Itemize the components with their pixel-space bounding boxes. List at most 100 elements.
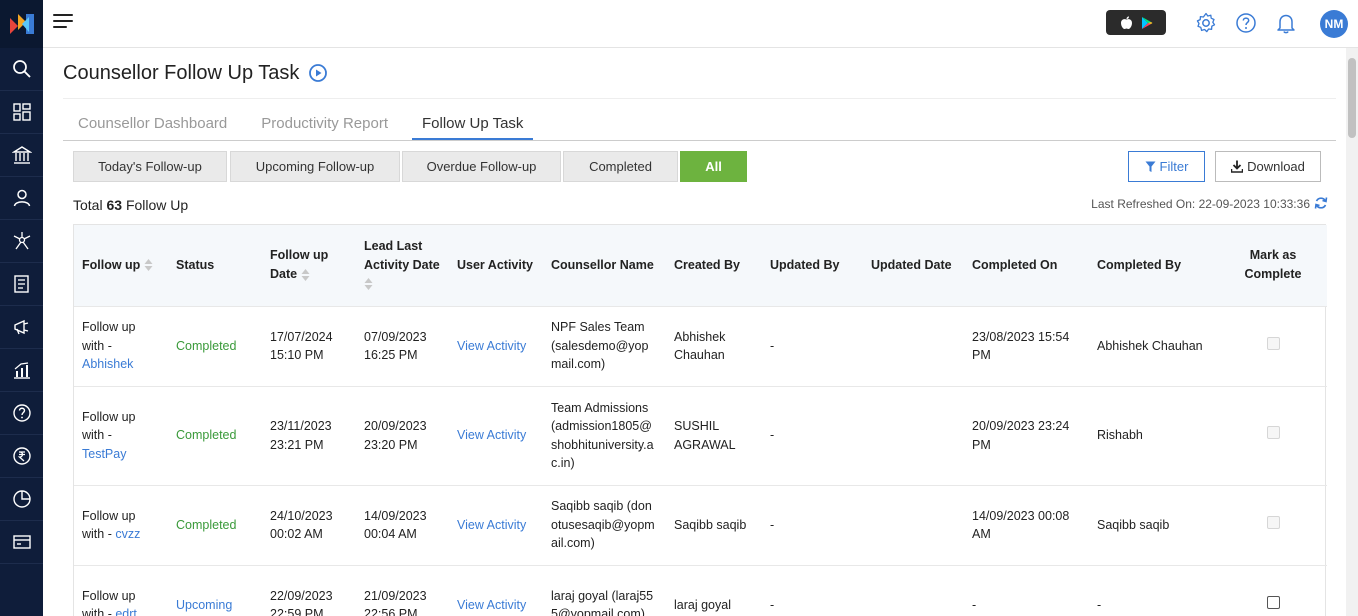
user-avatar[interactable]: NM xyxy=(1320,10,1348,38)
col-updated-by: Updated By xyxy=(770,257,840,272)
col-user-activity: User Activity xyxy=(457,257,533,272)
todays-followup-button[interactable]: Today's Follow-up xyxy=(73,151,227,182)
page-header: Counsellor Follow Up Task xyxy=(63,48,1336,99)
download-button[interactable]: Download xyxy=(1215,151,1321,182)
completed-on-cell: 14/09/2023 00:08 AM xyxy=(964,484,1089,565)
table-row: Follow up with - cvzz Completed 24/10/20… xyxy=(74,484,1327,565)
all-filter-button[interactable]: All xyxy=(680,151,747,182)
col-completed-by: Completed By xyxy=(1097,257,1182,272)
lead-name-link[interactable]: cvzz xyxy=(115,527,140,541)
sidebar-item-search[interactable] xyxy=(0,48,43,91)
status-cell: Completed xyxy=(168,305,262,386)
table-header-row: Follow up Status Follow up Date Lead Las… xyxy=(74,225,1327,306)
user-icon xyxy=(13,189,30,207)
completed-on-cell: - xyxy=(964,564,1089,616)
wallet-icon xyxy=(12,535,31,549)
sidebar xyxy=(0,0,43,616)
follow-up-cell: Follow up with - cvzz xyxy=(74,484,168,565)
follow-up-date-cell: 17/07/2024 15:10 PM xyxy=(262,305,356,386)
sidebar-item-payments[interactable] xyxy=(0,435,43,478)
mark-complete-checkbox[interactable] xyxy=(1266,596,1280,609)
play-store-icon xyxy=(1141,16,1152,29)
totals-row: Total 63 Follow Up Last Refreshed On: 22… xyxy=(63,189,1336,219)
app-store-badge[interactable] xyxy=(1106,10,1166,35)
mark-complete-cell xyxy=(1219,385,1327,485)
sidebar-item-institution[interactable] xyxy=(0,134,43,177)
apple-icon xyxy=(1120,16,1132,29)
status-cell: Upcoming xyxy=(168,564,262,616)
top-bar: NM xyxy=(43,0,1358,48)
sidebar-item-analytics[interactable] xyxy=(0,478,43,521)
scrollbar-thumb[interactable] xyxy=(1348,58,1356,138)
sidebar-item-network[interactable] xyxy=(0,220,43,263)
view-activity-link[interactable]: View Activity xyxy=(449,385,543,485)
view-activity-link[interactable]: View Activity xyxy=(449,305,543,386)
lead-name-link[interactable]: Abhishek xyxy=(82,357,133,371)
total-count: 63 xyxy=(106,197,123,213)
app-logo[interactable] xyxy=(0,0,43,48)
sidebar-item-dashboard[interactable] xyxy=(0,91,43,134)
completed-by-cell: Saqibb saqib xyxy=(1089,484,1219,565)
lead-name-link[interactable]: TestPay xyxy=(82,447,126,461)
tab-follow-up-task[interactable]: Follow Up Task xyxy=(411,115,534,140)
status-cell: Completed xyxy=(168,385,262,485)
help-circle-icon[interactable] xyxy=(1235,12,1257,34)
sidebar-item-help[interactable] xyxy=(0,392,43,435)
rupee-icon xyxy=(12,447,31,465)
table-row: Follow up with - TestPay Completed 23/11/… xyxy=(74,385,1327,485)
mark-complete-cell xyxy=(1219,305,1327,386)
filter-row: Today's Follow-up Upcoming Follow-up Ove… xyxy=(63,141,1336,189)
table-row: Follow up with - Abhishek Completed 17/07… xyxy=(74,305,1327,386)
sort-icon[interactable] xyxy=(364,277,373,291)
tab-productivity-report[interactable]: Productivity Report xyxy=(251,115,398,140)
mark-complete-checkbox xyxy=(1266,336,1280,350)
mark-complete-cell xyxy=(1219,564,1327,616)
updated-date-cell xyxy=(863,564,964,616)
filter-button[interactable]: Filter xyxy=(1128,151,1205,182)
notification-bell-icon[interactable] xyxy=(1275,12,1297,34)
col-lead-last-activity[interactable]: Lead Last Activity Date xyxy=(356,225,449,306)
completed-by-cell: - xyxy=(1089,564,1219,616)
tab-counsellor-dashboard[interactable]: Counsellor Dashboard xyxy=(68,115,237,140)
hamburger-menu-icon[interactable] xyxy=(53,14,75,32)
filter-button-label: Filter xyxy=(1159,159,1189,174)
col-mark-complete: Mark as Complete xyxy=(1244,248,1302,282)
total-prefix: Total xyxy=(73,197,103,213)
follow-up-date-cell: 24/10/2023 00:02 AM xyxy=(262,484,356,565)
institution-icon xyxy=(11,146,32,164)
network-icon xyxy=(13,232,30,250)
view-activity-link[interactable]: View Activity xyxy=(449,484,543,565)
sidebar-item-user[interactable] xyxy=(0,177,43,220)
last-refreshed-text: Last Refreshed On: 22-09-2023 10:33:36 xyxy=(1091,197,1310,211)
col-follow-up-date[interactable]: Follow up Date xyxy=(262,225,356,306)
sort-icon[interactable] xyxy=(144,258,153,272)
settings-gear-icon[interactable] xyxy=(1195,12,1217,34)
sidebar-item-reports[interactable] xyxy=(0,349,43,392)
overdue-followup-button[interactable]: Overdue Follow-up xyxy=(402,151,561,182)
col-follow-up[interactable]: Follow up xyxy=(74,225,168,306)
completed-by-cell: Rishabh xyxy=(1089,385,1219,485)
page-title: Counsellor Follow Up Task xyxy=(63,61,300,84)
col-counsellor-name: Counsellor Name xyxy=(551,257,654,272)
upcoming-followup-button[interactable]: Upcoming Follow-up xyxy=(230,151,400,182)
sidebar-item-forms[interactable] xyxy=(0,263,43,306)
sort-icon[interactable] xyxy=(301,268,310,282)
completed-filter-button[interactable]: Completed xyxy=(563,151,678,182)
refresh-icon[interactable] xyxy=(1314,196,1328,210)
view-activity-link[interactable]: View Activity xyxy=(449,564,543,616)
lead-name-link[interactable]: edrt xyxy=(115,607,137,616)
counsellor-cell: Team Admissions (admission1805@shobhitun… xyxy=(543,385,666,485)
play-video-icon[interactable] xyxy=(309,64,328,82)
follow-up-date-cell: 22/09/2023 22:59 PM xyxy=(262,564,356,616)
sidebar-item-wallet[interactable] xyxy=(0,521,43,564)
counsellor-cell: NPF Sales Team (salesdemo@yopmail.com) xyxy=(543,305,666,386)
mark-complete-cell xyxy=(1219,484,1327,565)
page-scrollbar[interactable] xyxy=(1346,48,1358,616)
sidebar-item-campaigns[interactable] xyxy=(0,306,43,349)
last-activity-cell: 14/09/2023 00:04 AM xyxy=(356,484,449,565)
completed-on-cell: 20/09/2023 23:24 PM xyxy=(964,385,1089,485)
updated-by-cell: - xyxy=(762,305,863,386)
logo-icon xyxy=(9,14,34,34)
counsellor-cell: laraj goyal (laraj555@yopmail.com) xyxy=(543,564,666,616)
col-updated-date: Updated Date xyxy=(871,257,952,272)
